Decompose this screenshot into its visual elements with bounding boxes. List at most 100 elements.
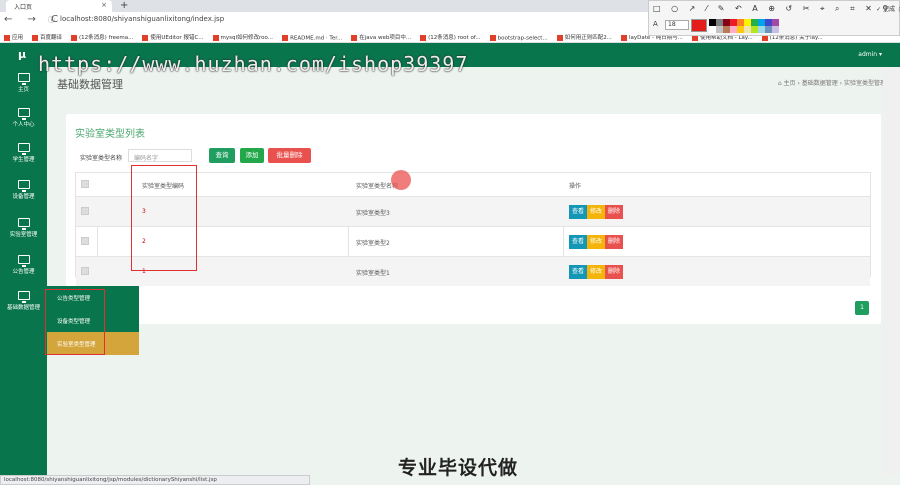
delete-button[interactable]: 删除 bbox=[605, 205, 624, 219]
bookmark-item[interactable]: (12条消息) root of... bbox=[420, 33, 481, 41]
monitor-icon bbox=[17, 180, 30, 192]
row-checkbox[interactable] bbox=[81, 267, 89, 275]
user-menu[interactable]: admin ▾ bbox=[858, 51, 882, 58]
scrollbar[interactable] bbox=[883, 67, 900, 475]
bookmark-label: 在java web项目中... bbox=[359, 35, 412, 41]
sidebar-item-label: 学生管理 bbox=[12, 157, 35, 163]
color-swatch[interactable] bbox=[737, 26, 744, 33]
edit-button[interactable]: 修改 bbox=[587, 235, 606, 249]
bookmark-item[interactable]: (12条消息) freema... bbox=[71, 33, 133, 41]
page-button[interactable]: 1 bbox=[855, 301, 869, 315]
delete-button[interactable]: 删除 bbox=[605, 235, 624, 249]
view-button[interactable]: 查看 bbox=[569, 205, 588, 219]
close-icon[interactable]: × bbox=[101, 1, 107, 9]
row-actions: 查看 修改 删除 bbox=[569, 235, 624, 249]
bookmark-item[interactable]: 使用UEditor 报错C... bbox=[142, 33, 204, 41]
bookmark-label: (12条消息) freema... bbox=[79, 35, 134, 41]
annotation-tools[interactable]: □ ○ ↗ ⁄ ✎ ↶ A ⊕ ↺ ✂ ⌖ ⌕ ⌗ ✕ ⚲ ⎙ ✓ bbox=[653, 4, 900, 14]
browser-tab[interactable]: 入口页 × bbox=[6, 0, 112, 12]
sidebar-item[interactable]: 学生管理 bbox=[0, 143, 47, 163]
bookmark-icon bbox=[620, 34, 627, 41]
highlight-box bbox=[131, 165, 197, 271]
color-swatch[interactable] bbox=[716, 26, 723, 33]
color-swatch[interactable] bbox=[730, 19, 737, 26]
sidebar-item[interactable]: 实验室管理 bbox=[0, 218, 47, 238]
view-button[interactable]: 查看 bbox=[569, 265, 588, 279]
logo: μ bbox=[18, 48, 27, 61]
color-swatch[interactable] bbox=[716, 19, 723, 26]
new-tab-button[interactable]: + bbox=[120, 0, 128, 11]
bookmark-icon bbox=[351, 34, 358, 41]
list-title: 实验室类型列表 bbox=[75, 129, 145, 140]
color-swatch[interactable] bbox=[730, 26, 737, 33]
cell-name: 实验室类型2 bbox=[356, 240, 390, 247]
color-swatch[interactable] bbox=[709, 26, 716, 33]
color-swatch[interactable] bbox=[772, 26, 779, 33]
color-swatch[interactable] bbox=[758, 19, 765, 26]
status-bar: localhost:8080/shiyanshiguanlixitong/jsp… bbox=[0, 475, 310, 485]
sidebar-item-label: 主页 bbox=[17, 87, 29, 93]
color-swatch[interactable] bbox=[765, 26, 772, 33]
bookmark-label: mysql如何修改roo... bbox=[220, 35, 274, 41]
color-swatch[interactable] bbox=[709, 19, 716, 26]
cursor-indicator bbox=[391, 170, 411, 190]
sidebar-item-label: 公告管理 bbox=[12, 269, 35, 275]
bookmark-label: (12条消息) root of... bbox=[428, 35, 481, 41]
bookmark-icon bbox=[212, 34, 219, 41]
select-all-checkbox[interactable] bbox=[81, 180, 89, 188]
selected-color-swatch[interactable] bbox=[691, 19, 707, 32]
sidebar-item[interactable]: 公告管理 bbox=[0, 255, 47, 275]
edit-button[interactable]: 修改 bbox=[587, 205, 606, 219]
sidebar-item-label: 设备管理 bbox=[12, 194, 35, 200]
bookmark-item[interactable]: README.md · Ter... bbox=[282, 34, 343, 41]
bookmark-item[interactable]: mysql如何修改roo... bbox=[212, 33, 274, 41]
row-checkbox[interactable] bbox=[81, 207, 89, 215]
color-swatch[interactable] bbox=[723, 19, 730, 26]
sidebar-item[interactable]: 基础数据管理 bbox=[0, 291, 47, 311]
bookmark-item[interactable]: 应用 bbox=[4, 33, 23, 41]
monitor-icon bbox=[17, 108, 30, 120]
bookmark-icon bbox=[282, 34, 289, 41]
bookmark-icon bbox=[142, 34, 149, 41]
color-swatch[interactable] bbox=[758, 26, 765, 33]
color-swatch[interactable] bbox=[744, 26, 751, 33]
bookmark-label: 应用 bbox=[12, 35, 24, 41]
dashboard-icon bbox=[17, 73, 30, 85]
bookmark-item[interactable]: bootstrap-select... bbox=[489, 34, 548, 41]
color-palette bbox=[709, 19, 781, 33]
search-input[interactable]: 编码名字 bbox=[128, 149, 192, 162]
sidebar-item[interactable]: 个人中心 bbox=[0, 108, 47, 128]
font-icon[interactable]: A bbox=[653, 20, 658, 28]
sidebar-item[interactable]: 设备管理 bbox=[0, 180, 47, 200]
color-swatch[interactable] bbox=[737, 19, 744, 26]
color-swatch[interactable] bbox=[744, 19, 751, 26]
batch-delete-button[interactable]: 批量删除 bbox=[268, 148, 311, 163]
row-checkbox[interactable] bbox=[81, 237, 89, 245]
bookmark-icon bbox=[71, 34, 78, 41]
color-swatch[interactable] bbox=[751, 19, 758, 26]
done-button[interactable]: ✓ 完成 bbox=[876, 4, 895, 13]
sidebar-item-label: 基础数据管理 bbox=[6, 305, 40, 311]
bookmark-label: 使用UEditor 报错C... bbox=[150, 35, 204, 41]
bookmark-label: README.md · Ter... bbox=[290, 35, 343, 41]
edit-button[interactable]: 修改 bbox=[587, 265, 606, 279]
search-button[interactable]: 查询 bbox=[209, 148, 235, 163]
sidebar-item[interactable]: 主页 bbox=[0, 73, 47, 93]
bookmark-item[interactable]: 百度翻译 bbox=[32, 33, 62, 41]
breadcrumb[interactable]: ⌂ 主页 › 基础数据管理 › 实验室类型管理 bbox=[778, 78, 886, 87]
font-size-select[interactable]: 18 bbox=[665, 20, 689, 30]
add-button[interactable]: 添加 bbox=[240, 148, 264, 163]
view-button[interactable]: 查看 bbox=[569, 235, 588, 249]
row-actions: 查看 修改 删除 bbox=[569, 265, 624, 279]
search-label: 实验室类型名称 bbox=[80, 155, 123, 162]
color-swatch[interactable] bbox=[723, 26, 730, 33]
tab-title: 入口页 bbox=[14, 4, 33, 11]
color-swatch[interactable] bbox=[772, 19, 779, 26]
color-swatch[interactable] bbox=[765, 19, 772, 26]
url-input[interactable]: localhost:8080/shiyanshiguanlixitong/ind… bbox=[48, 15, 278, 27]
bookmark-item[interactable]: 如何用正则匹配2... bbox=[556, 33, 612, 41]
color-swatch[interactable] bbox=[751, 26, 758, 33]
delete-button[interactable]: 删除 bbox=[605, 265, 624, 279]
bookmark-icon bbox=[556, 34, 563, 41]
bookmark-item[interactable]: 在java web项目中... bbox=[351, 33, 411, 41]
